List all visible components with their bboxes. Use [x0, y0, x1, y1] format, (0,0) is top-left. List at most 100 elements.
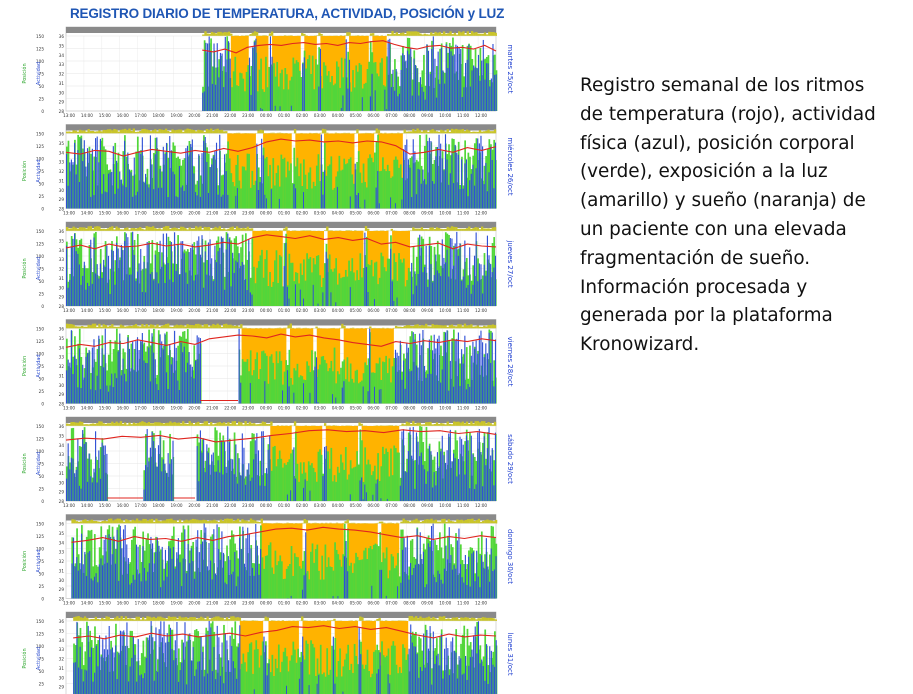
light-bar: [102, 129, 105, 134]
light-bar: [179, 129, 183, 134]
x-tick-label: 03:00: [314, 406, 326, 411]
light-bar: [253, 31, 257, 36]
light-bar: [427, 616, 431, 621]
activity-bar: [427, 648, 430, 694]
activity-bar: [423, 366, 426, 404]
position-bar: [292, 641, 295, 694]
light-bar: [174, 520, 177, 524]
x-tick-label: 18:00: [153, 211, 165, 216]
position-bar: [317, 451, 320, 501]
position-bar: [353, 643, 356, 694]
activity-bar: [153, 352, 155, 404]
position-bar: [297, 648, 300, 694]
position-bar: [370, 475, 373, 501]
activity-bar: [219, 675, 222, 694]
activity-bar: [441, 158, 443, 209]
activity-bar: [475, 168, 477, 209]
light-bar: [480, 226, 484, 231]
position-bar: [311, 643, 314, 694]
light-bar: [141, 617, 145, 621]
activity-bar: [279, 106, 281, 111]
activity-bar: [170, 241, 172, 306]
activity-bar: [483, 184, 485, 209]
position-bar: [388, 258, 391, 306]
activity-bar: [179, 562, 181, 599]
position-bar: [340, 278, 342, 306]
position-bar: [340, 566, 343, 599]
activity-bar: [240, 382, 242, 404]
light-bar: [164, 226, 168, 231]
activity-bar: [430, 373, 432, 404]
activity-bar: [177, 244, 179, 306]
light-bar: [171, 129, 174, 134]
activity-bar: [89, 550, 91, 599]
light-bar: [72, 422, 75, 426]
light-bar: [81, 227, 84, 231]
activity-bar: [261, 138, 263, 209]
activity-bar: [124, 240, 126, 306]
activity-bar: [462, 444, 464, 501]
position-bar: [278, 450, 281, 501]
light-bar: [485, 34, 489, 36]
position-bar: [356, 664, 359, 694]
position-bar: [253, 370, 255, 404]
activity-bar: [419, 77, 421, 111]
activity-bar: [490, 455, 492, 501]
activity-bar: [301, 589, 303, 599]
position-bar: [336, 61, 338, 111]
light-bar: [184, 129, 187, 134]
light-bar: [410, 31, 414, 36]
activity-bar: [103, 174, 105, 209]
y-tick-activity: 150: [36, 327, 44, 332]
light-bar: [376, 618, 379, 621]
light-bar: [429, 227, 432, 231]
day-label: miércoles 26/oct: [506, 137, 514, 195]
activity-bar: [75, 174, 77, 209]
light-bar: [225, 131, 228, 134]
position-bar: [373, 152, 376, 209]
activity-bar: [207, 43, 209, 111]
light-bar: [140, 520, 143, 524]
activity-bar: [426, 629, 428, 694]
light-bar: [210, 325, 213, 329]
light-bar: [120, 616, 123, 621]
light-bar: [97, 521, 100, 524]
activity-bar: [151, 431, 153, 501]
activity-bar: [120, 375, 122, 404]
position-bar: [335, 176, 337, 209]
activity-bar: [67, 287, 69, 306]
position-bar: [298, 283, 300, 306]
x-tick-label: 15:00: [99, 406, 111, 411]
activity-bar: [461, 577, 463, 599]
position-bar: [267, 286, 270, 306]
y-tick-temperature: 34: [59, 53, 65, 58]
light-bar: [165, 618, 168, 621]
light-bar: [216, 323, 219, 329]
position-bar: [346, 163, 349, 209]
position-bar: [368, 61, 370, 111]
light-bar: [175, 228, 178, 231]
position-bar: [340, 676, 343, 694]
activity-bar: [380, 569, 383, 599]
position-bar: [332, 271, 334, 306]
activity-bar: [293, 447, 295, 501]
y-tick-temperature: 35: [59, 628, 65, 633]
position-bar: [242, 653, 245, 694]
activity-bar: [491, 332, 493, 404]
light-bar: [442, 31, 446, 36]
activity-bar: [372, 494, 374, 501]
activity-bar: [78, 485, 81, 501]
position-bar: [311, 350, 313, 404]
light-bar: [321, 128, 325, 134]
activity-bar: [417, 441, 419, 501]
day-chart: 1501251007550250363534333231302928Posici…: [21, 26, 514, 118]
activity-bar: [332, 596, 334, 599]
activity-bar: [414, 151, 416, 209]
activity-bar: [444, 648, 446, 694]
position-bar: [265, 56, 267, 111]
activity-bar: [98, 278, 100, 306]
light-bar: [416, 128, 419, 134]
activity-bar: [436, 452, 439, 501]
activity-bar: [203, 523, 205, 599]
activity-bar: [330, 292, 332, 306]
